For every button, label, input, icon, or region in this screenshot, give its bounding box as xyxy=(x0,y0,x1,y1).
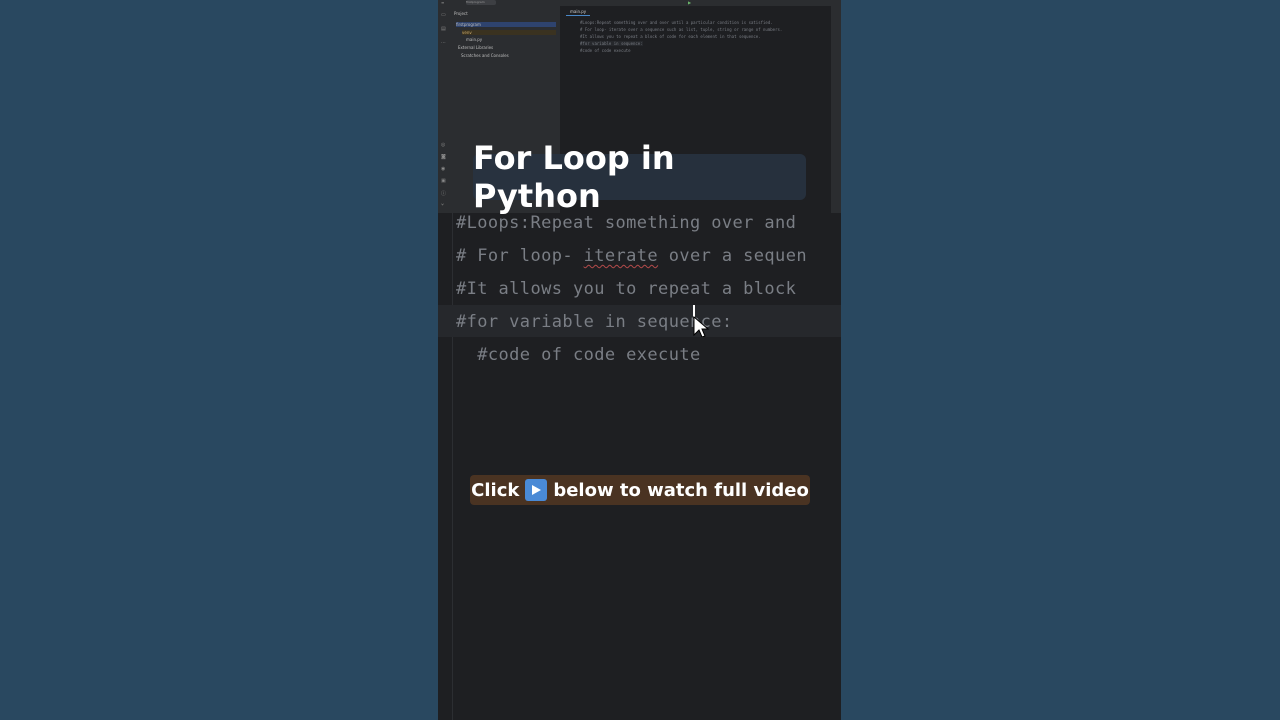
background-left xyxy=(0,0,438,720)
ide-right-strip xyxy=(831,6,841,213)
tab-main-py[interactable]: main.py xyxy=(566,8,591,16)
cta-banner[interactable]: Click below to watch full video xyxy=(470,475,810,505)
run-icon[interactable]: ▶ xyxy=(688,0,691,5)
video-title-overlay: For Loop in Python xyxy=(473,139,806,215)
small-code-line: # For loop- iterate over a sequence such… xyxy=(580,27,783,32)
background-right xyxy=(841,0,1280,720)
code-line-5: #code of code execute xyxy=(456,345,701,365)
tree-item-main-py[interactable]: main.py xyxy=(466,37,482,42)
gutter-divider xyxy=(452,213,453,720)
code-line-1: #Loops:Repeat something over and xyxy=(456,213,797,233)
structure-icon[interactable]: ▤ xyxy=(441,26,446,32)
more-icon[interactable]: ⋯ xyxy=(441,40,446,46)
git-icon[interactable]: ⑂ xyxy=(441,202,444,208)
small-code-line: #for variable in sequence: xyxy=(580,41,643,46)
python-console-icon[interactable]: ◙ xyxy=(441,154,446,160)
folder-icon[interactable]: ▭ xyxy=(441,12,446,18)
problems-icon[interactable]: ⓘ xyxy=(441,190,446,197)
editor-tabs: main.py xyxy=(562,6,841,16)
video-title: For Loop in Python xyxy=(473,139,675,215)
tree-item-venv[interactable]: venv xyxy=(462,30,556,35)
small-code-line: #code of code execute xyxy=(580,48,631,53)
tree-item-external-libraries[interactable]: External Libraries xyxy=(458,45,493,50)
menu-icon[interactable]: ≡ xyxy=(441,0,444,5)
mouse-pointer-icon xyxy=(693,305,710,337)
spelling-error: iterate xyxy=(583,246,659,266)
services-icon[interactable]: ◉ xyxy=(441,166,445,172)
ide-tool-strip: ▭ ▤ ⋯ ◎ ◙ ◉ ▣ ⓘ ⑂ xyxy=(438,6,450,213)
project-selector[interactable]: firstprogram xyxy=(466,0,496,5)
code-line-2: # For loop- iterate over a sequen xyxy=(456,246,807,266)
project-tree-header[interactable]: Project xyxy=(454,11,468,16)
cta-text-before: Click xyxy=(471,479,520,501)
video-frame: ≡ firstprogram ▶ ▭ ▤ ⋯ ◎ ◙ ◉ ▣ ⓘ ⑂ Proje… xyxy=(438,0,841,720)
code-line-3: #It allows you to repeat a block xyxy=(456,279,797,299)
zoomed-editor[interactable]: #Loops:Repeat something over and # For l… xyxy=(438,213,841,720)
tree-item-root[interactable]: firstprogram xyxy=(456,22,556,27)
terminal-icon[interactable]: ▣ xyxy=(441,178,446,184)
small-code-line: #Loops:Repeat something over and over un… xyxy=(580,20,773,25)
python-packages-icon[interactable]: ◎ xyxy=(441,142,445,148)
tree-item-scratches[interactable]: Scratches and Consoles xyxy=(461,53,509,58)
play-icon xyxy=(525,479,548,501)
small-code-line: #It allows you to repeat a block of code… xyxy=(580,34,761,39)
cta-text-after: below to watch full video xyxy=(553,479,809,501)
